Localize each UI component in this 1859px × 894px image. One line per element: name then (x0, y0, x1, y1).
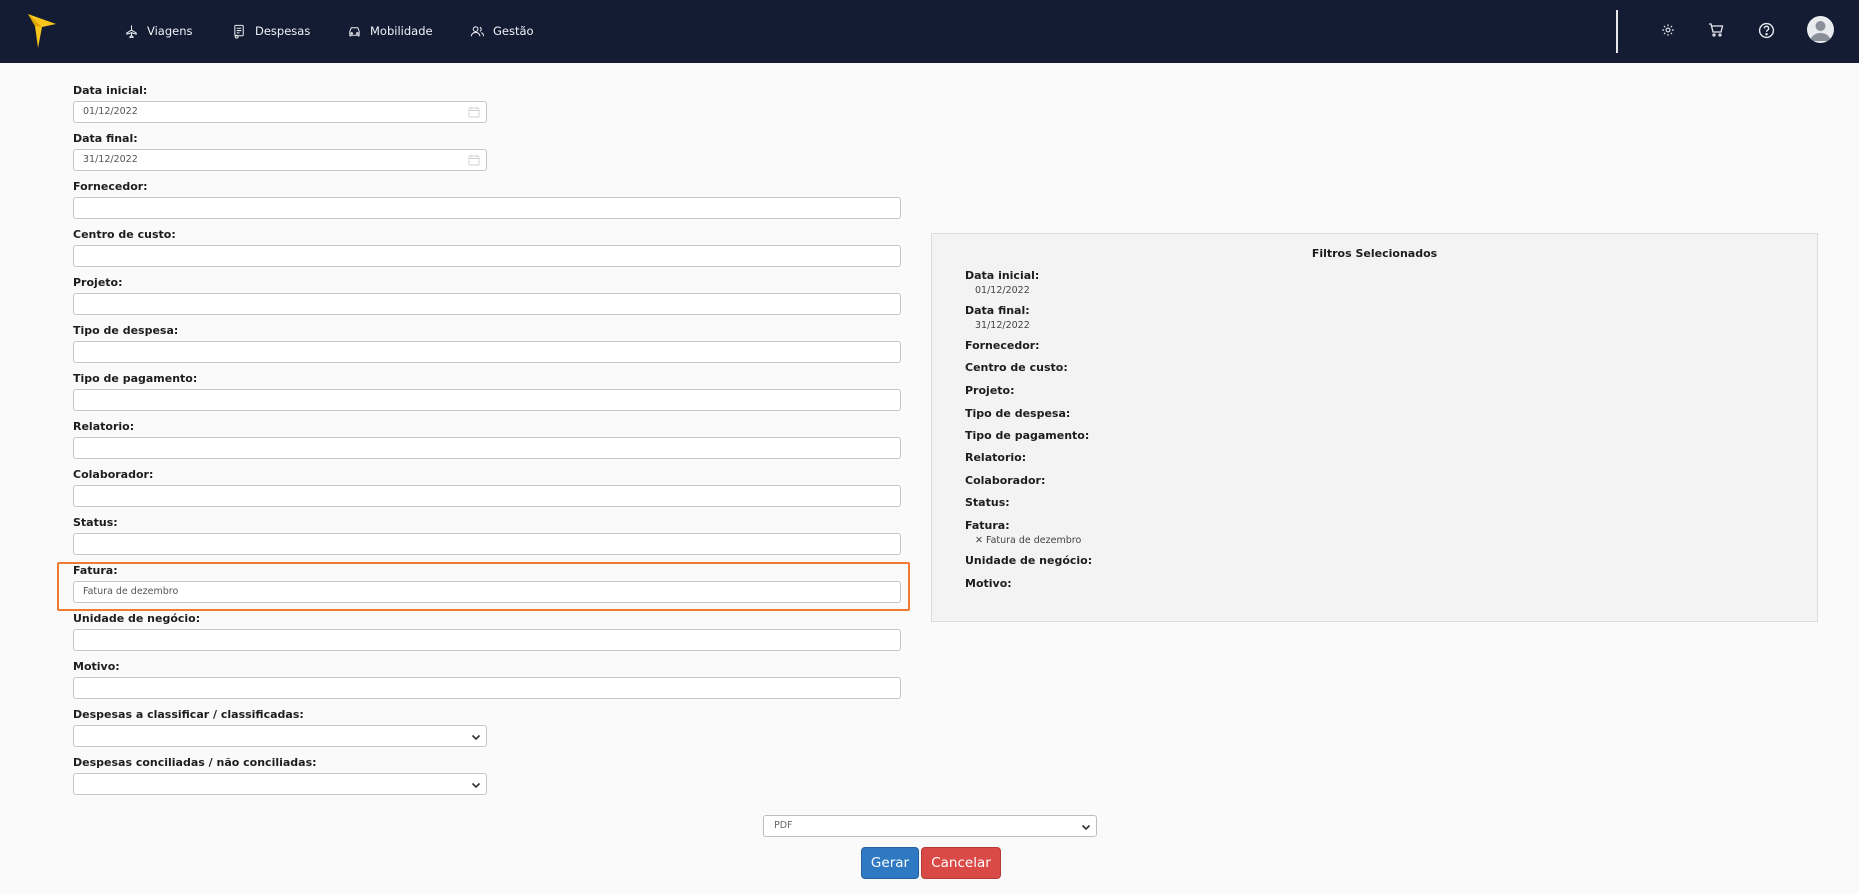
help-icon (1758, 22, 1774, 38)
panel-title: Filtros Selecionados (1311, 247, 1438, 260)
nav-item-viagens[interactable]: Viagens (124, 20, 193, 42)
cancel-button[interactable]: Cancelar (921, 847, 1001, 879)
tipo-despesa-input[interactable] (73, 341, 901, 363)
field-motivo: Motivo: (73, 659, 901, 699)
cart-button[interactable] (1706, 20, 1726, 40)
relatorio-input[interactable] (73, 437, 901, 459)
chevron-down-icon (471, 734, 481, 741)
projeto-input[interactable] (73, 293, 901, 315)
users-icon (470, 25, 485, 36)
pf-fornecedor-label: Fornecedor: (965, 339, 1040, 352)
gear-icon (1662, 24, 1674, 36)
fatura-label: Fatura: (73, 564, 118, 577)
conciliadas-label: Despesas conciliadas / não conciliadas: (73, 756, 317, 769)
data-inicial-label: Data inicial: (73, 84, 148, 97)
motivo-label: Motivo: (73, 660, 120, 673)
pf-fatura-chip[interactable]: ✕ Fatura de dezembro (975, 535, 1081, 546)
fornecedor-label: Fornecedor: (73, 180, 148, 193)
classificar-select[interactable] (73, 725, 487, 747)
pf-centro-custo-label: Centro de custo: (965, 361, 1068, 374)
data-final-label: Data final: (73, 132, 138, 145)
pf-unidade-negocio-label: Unidade de negócio: (965, 554, 1093, 567)
colaborador-label: Colaborador: (73, 468, 154, 481)
nav-label: Mobilidade (370, 24, 433, 38)
format-select[interactable]: PDF (763, 815, 1097, 837)
avatar-icon (1810, 21, 1831, 41)
pf-relatorio-label: Relatorio: (965, 451, 1027, 464)
calendar-icon[interactable] (468, 154, 480, 166)
chevron-down-icon (471, 782, 481, 789)
pf-data-inicial-value: 01/12/2022 (975, 285, 1030, 296)
motivo-input[interactable] (73, 677, 901, 699)
field-status: Status: (73, 515, 901, 555)
calendar-icon[interactable] (468, 106, 480, 118)
pf-projeto-label: Projeto: (965, 384, 1015, 397)
nav-label: Viagens (147, 24, 193, 38)
field-classificar: Despesas a classificar / classificadas: (73, 707, 487, 747)
colaborador-input[interactable] (73, 485, 901, 507)
car-icon (349, 26, 360, 37)
fornecedor-input[interactable] (73, 197, 901, 219)
pf-data-inicial-label: Data inicial: (965, 269, 1040, 282)
pf-tipo-despesa-label: Tipo de despesa: (965, 407, 1071, 420)
pf-data-final-value: 31/12/2022 (975, 320, 1030, 331)
pf-fatura-label: Fatura: (965, 519, 1010, 532)
status-label: Status: (73, 516, 118, 529)
receipt-icon (234, 24, 244, 39)
field-tipo-despesa: Tipo de despesa: (73, 323, 901, 363)
tipo-despesa-label: Tipo de despesa: (73, 324, 179, 337)
logo-icon[interactable] (28, 14, 56, 48)
format-value: PDF (774, 820, 793, 831)
pf-data-final-label: Data final: (965, 304, 1030, 317)
conciliadas-select[interactable] (73, 773, 487, 795)
help-button[interactable] (1756, 20, 1776, 40)
projeto-label: Projeto: (73, 276, 123, 289)
field-conciliadas: Despesas conciliadas / não conciliadas: (73, 755, 487, 795)
cart-icon (1709, 23, 1724, 37)
field-relatorio: Relatorio: (73, 419, 901, 459)
data-final-value: 31/12/2022 (83, 154, 138, 165)
selected-filters-panel: Filtros Selecionados Data inicial: 01/12… (931, 233, 1818, 622)
field-centro-custo: Centro de custo: (73, 227, 901, 267)
status-input[interactable] (73, 533, 901, 555)
field-fatura: Fatura: Fatura de dezembro (73, 563, 901, 603)
nav-label: Gestão (493, 24, 534, 38)
field-data-final: Data final: 31/12/2022 (73, 131, 487, 171)
data-inicial-input[interactable]: 01/12/2022 (73, 101, 487, 123)
unidade-negocio-input[interactable] (73, 629, 901, 651)
nav-item-despesas[interactable]: Despesas (232, 20, 310, 42)
nav-item-mobilidade[interactable]: Mobilidade (347, 20, 433, 42)
pf-motivo-label: Motivo: (965, 577, 1012, 590)
field-unidade-negocio: Unidade de negócio: (73, 611, 901, 651)
field-colaborador: Colaborador: (73, 467, 901, 507)
pf-tipo-pagamento-label: Tipo de pagamento: (965, 429, 1090, 442)
navbar-divider (1616, 10, 1618, 53)
centro-custo-label: Centro de custo: (73, 228, 176, 241)
field-fornecedor: Fornecedor: (73, 179, 901, 219)
nav-label: Despesas (255, 24, 311, 38)
pf-colaborador-label: Colaborador: (965, 474, 1046, 487)
user-avatar[interactable] (1807, 16, 1834, 43)
pf-status-label: Status: (965, 496, 1010, 509)
tipo-pagamento-input[interactable] (73, 389, 901, 411)
nav-item-gestao[interactable]: Gestão (470, 20, 534, 42)
centro-custo-input[interactable] (73, 245, 901, 267)
field-tipo-pagamento: Tipo de pagamento: (73, 371, 901, 411)
chevron-down-icon (1081, 824, 1091, 831)
top-navigation-bar: Viagens Despesas Mobilidade Gestão (0, 0, 1859, 63)
generate-button[interactable]: Gerar (861, 847, 919, 879)
unidade-negocio-label: Unidade de negócio: (73, 612, 201, 625)
data-inicial-value: 01/12/2022 (83, 106, 138, 117)
fatura-input[interactable]: Fatura de dezembro (73, 581, 901, 603)
data-final-input[interactable]: 31/12/2022 (73, 149, 487, 171)
relatorio-label: Relatorio: (73, 420, 135, 433)
classificar-label: Despesas a classificar / classificadas: (73, 708, 304, 721)
settings-button[interactable] (1658, 20, 1678, 40)
field-data-inicial: Data inicial: 01/12/2022 (73, 83, 487, 123)
tipo-pagamento-label: Tipo de pagamento: (73, 372, 198, 385)
plane-icon (126, 24, 137, 38)
field-projeto: Projeto: (73, 275, 901, 315)
